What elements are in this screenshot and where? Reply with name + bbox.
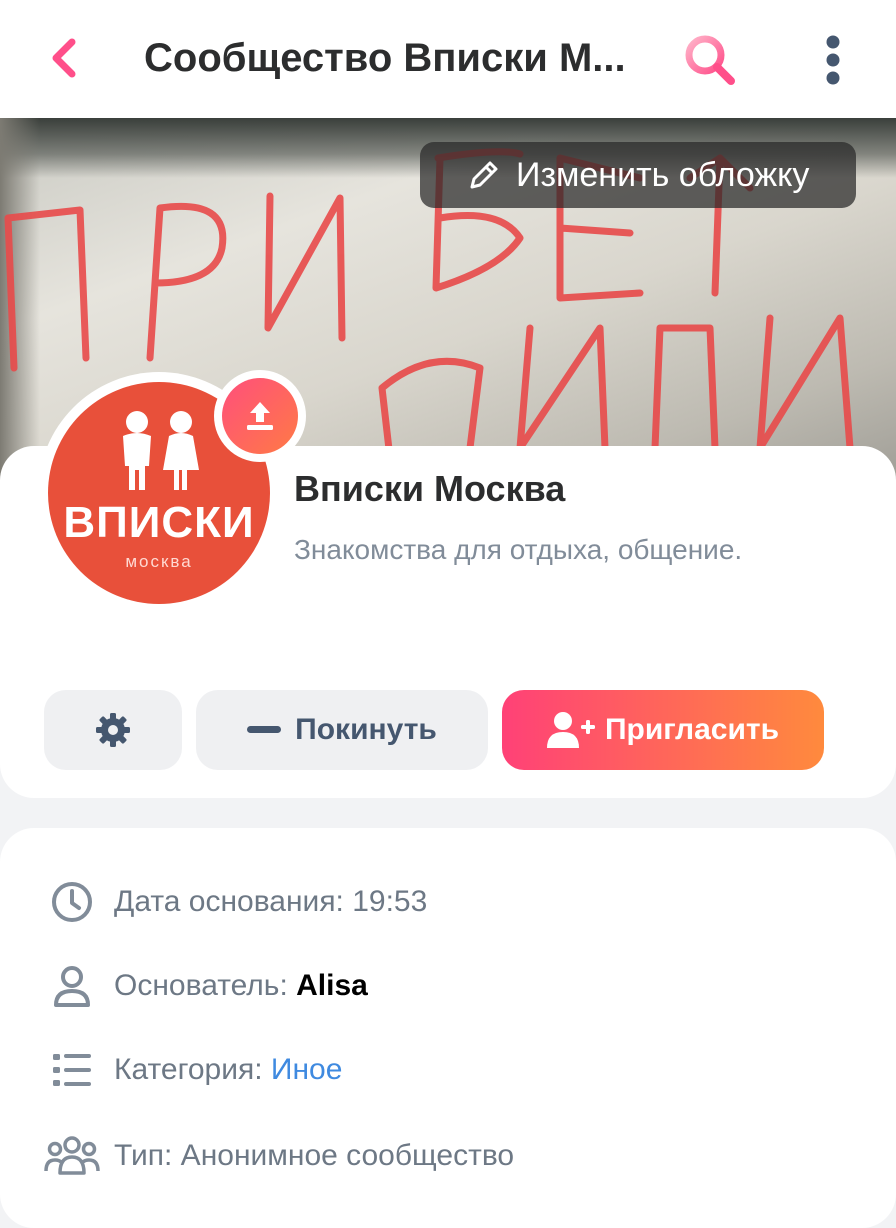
list-icon [44,1042,100,1098]
user-icon [44,958,100,1014]
category-row: Категория: Иное [44,1040,342,1100]
type-row: Тип: Анонимное сообщество [44,1126,514,1186]
invite-label: Пригласить [604,713,780,746]
edit-cover-label: Изменить обложку [516,155,810,194]
avatar-title: ВПИСКИ [63,498,255,547]
more-options-button[interactable] [810,30,856,90]
more-vertical-icon [826,35,840,85]
gear-icon [96,713,130,747]
search-icon [685,35,735,85]
founded-text: Дата основания: 19:53 [114,885,428,918]
back-button[interactable] [38,30,88,86]
group-description: Знакомства для отдыха, общение. [294,534,743,565]
search-button[interactable] [680,30,740,90]
edit-cover-button[interactable]: Изменить обложку [420,142,856,208]
avatar-subtitle: москва [125,552,193,571]
pencil-icon [470,161,498,189]
app-header: Сообщество Вписки М... [0,0,896,118]
minus-icon [247,726,282,733]
category-label: Категория: [114,1053,271,1086]
leave-button[interactable]: Покинуть [196,690,488,770]
founder-label: Основатель: [114,969,297,1002]
add-user-icon [546,712,595,748]
group-name: Вписки Москва [294,468,566,509]
founder-name[interactable]: Alisa [296,969,368,1003]
leave-label: Покинуть [295,713,437,746]
settings-button[interactable] [44,690,182,770]
category-link[interactable]: Иное [271,1053,343,1087]
group-users-icon [44,1128,100,1184]
couple-icon [123,411,199,490]
founded-row: Дата основания: 19:53 [44,872,427,932]
upload-icon [247,402,273,430]
upload-avatar-button[interactable] [222,378,298,454]
invite-button[interactable]: Пригласить [502,690,824,770]
clock-icon [44,874,100,930]
type-text: Тип: Анонимное сообщество [114,1139,515,1172]
chevron-left-icon [52,38,76,78]
founder-row: Основатель: Alisa [44,956,368,1016]
page-title: Сообщество Вписки М... [144,36,626,80]
